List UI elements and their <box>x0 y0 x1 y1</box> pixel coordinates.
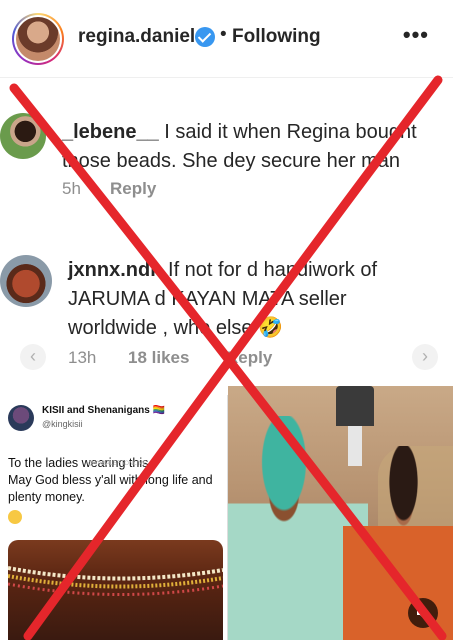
grimace-emoji-icon <box>8 510 22 524</box>
waist-beads-photo <box>8 540 223 640</box>
tweet-avatar <box>8 405 34 431</box>
following-button[interactable]: Following <box>232 26 321 48</box>
verified-badge-icon <box>195 27 215 47</box>
speaker-icon <box>417 607 428 619</box>
comment-time: 13h <box>68 348 97 367</box>
comment-username[interactable]: _lebene__ <box>62 121 159 143</box>
commenter-avatar[interactable] <box>0 113 46 159</box>
sound-toggle-button[interactable] <box>408 598 438 628</box>
comment-likes[interactable]: 18 likes <box>128 348 189 368</box>
comment-body: jxnnx.ndn If not for d handiwork of JARU… <box>68 256 440 343</box>
watermark: @YABALEFTONLINE <box>88 461 147 467</box>
reply-button[interactable]: Reply <box>110 179 156 199</box>
tweet-author-handle: @kingkisii <box>42 419 83 429</box>
profile-username[interactable]: regina.daniels <box>78 26 206 48</box>
reply-button[interactable]: Reply <box>226 348 272 368</box>
chevron-left-icon[interactable]: ‹ <box>20 344 46 370</box>
comment-time: 5h <box>62 179 81 198</box>
chevron-right-icon[interactable]: › <box>412 344 438 370</box>
comment-body: _lebene__ I said it when Regina bought t… <box>62 118 447 176</box>
profile-avatar[interactable] <box>12 13 64 65</box>
comment-username[interactable]: jxnnx.ndn <box>68 259 162 281</box>
header-separator: • <box>220 24 227 45</box>
post-header: regina.daniels • Following ••• <box>0 0 453 78</box>
waist-beads-icon <box>8 566 223 597</box>
commenter-avatar[interactable] <box>0 255 52 307</box>
tweet-author-name: KISII and Shenanigans 🏳️‍🌈 <box>42 405 166 416</box>
more-options-icon[interactable]: ••• <box>403 22 429 48</box>
